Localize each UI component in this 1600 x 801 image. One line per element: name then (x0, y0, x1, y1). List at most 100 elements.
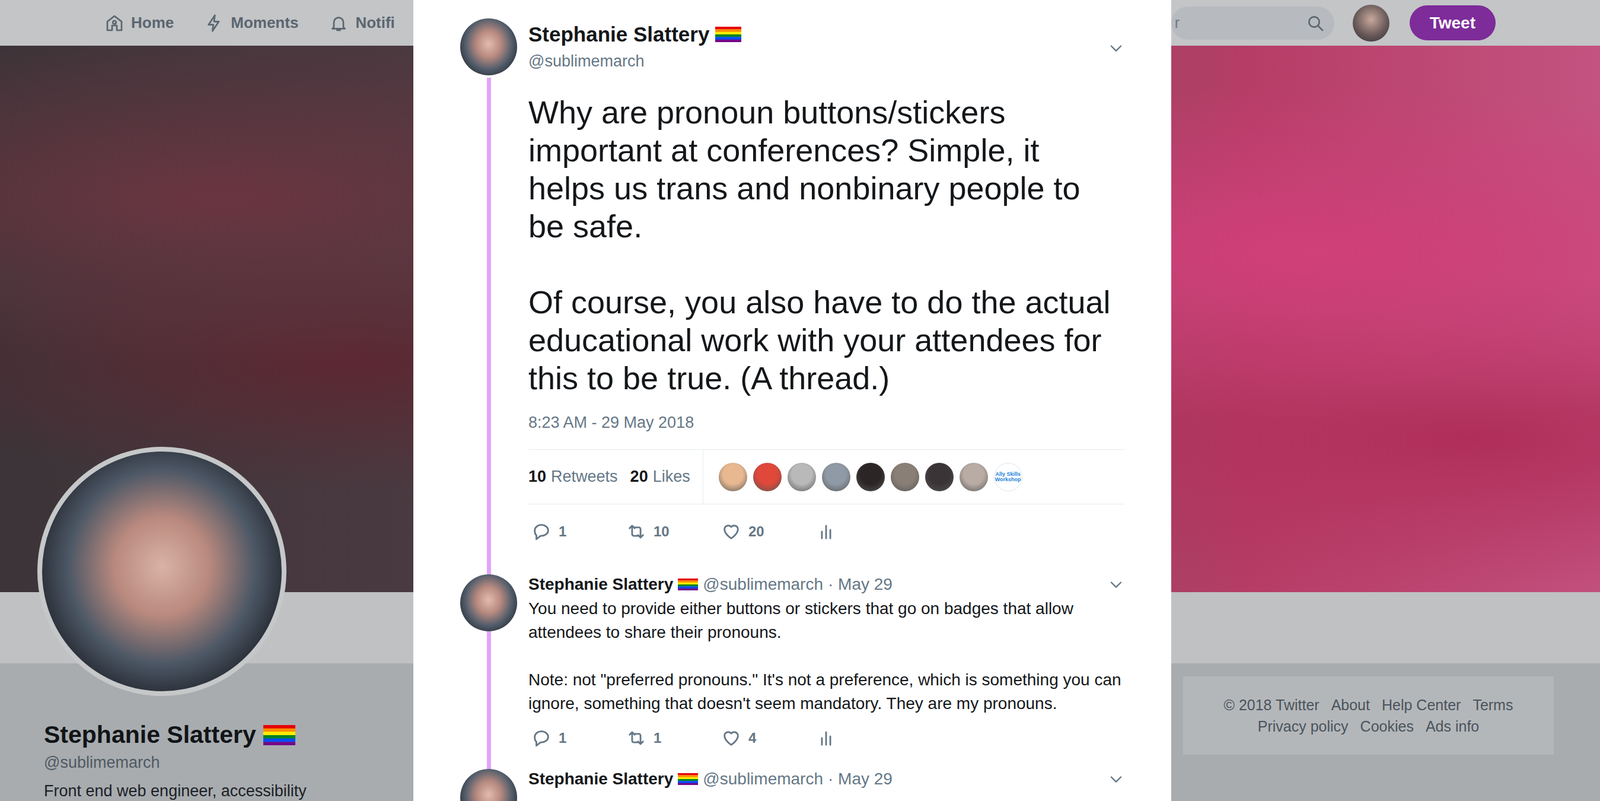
retweet-button[interactable]: 1 (623, 727, 719, 749)
home-icon (104, 13, 124, 33)
search-box (1171, 6, 1335, 40)
reply-paragraph: You need to provide either buttons or st… (528, 596, 1125, 645)
rainbow-flag-icon (263, 724, 296, 745)
thread-line (486, 77, 492, 801)
nav-label[interactable]: Home (131, 11, 174, 35)
retweeter-avatar[interactable] (753, 462, 782, 492)
reply-content: Stephanie Slattery @sublimemarch· May 29 (528, 768, 1125, 801)
profile-name[interactable]: Stephanie Slattery (43, 719, 257, 749)
profile-handle[interactable]: @sublimemarch (43, 752, 307, 772)
author-handle[interactable]: @sublimemarch (702, 574, 824, 595)
like-button[interactable]: 4 (718, 727, 814, 749)
reply-button[interactable]: 1 (528, 727, 624, 749)
main-tweet: Stephanie Slattery @sublimemarch Why are p… (460, 18, 1125, 546)
retweet-button[interactable]: 10 (623, 520, 719, 543)
footer-link[interactable]: Privacy policy (1257, 717, 1349, 735)
rainbow-flag-icon (677, 772, 698, 785)
profile-avatar[interactable] (37, 446, 287, 696)
footer-link[interactable]: Terms (1472, 696, 1513, 713)
author-handle[interactable]: @sublimemarch (702, 768, 824, 789)
tweet-button[interactable]: Tweet (1409, 5, 1496, 41)
logo-text: Ally Skills Workshop (995, 471, 1022, 483)
author-name[interactable]: Stephanie Slattery (528, 574, 674, 595)
footer-link: © 2018 Twitter (1224, 696, 1320, 713)
retweets-stat[interactable]: 10Retweets (528, 464, 618, 489)
nav-right: Tweet (1171, 4, 1496, 42)
nav-label[interactable]: Moments (230, 11, 299, 35)
reply-header: Stephanie Slattery @sublimemarch· May 29 (528, 768, 1125, 789)
reply-icon (531, 521, 552, 542)
likes-label: Likes (652, 467, 691, 486)
author-handle[interactable]: @sublimemarch (528, 51, 742, 71)
footer-link[interactable]: Help Center (1381, 696, 1461, 713)
retweeter-avatar[interactable] (890, 462, 920, 492)
chevron-down-icon (1107, 575, 1125, 593)
tweet-content: Stephanie Slattery @sublimemarch Why are p… (528, 18, 1125, 546)
nav-item[interactable]: Moments (204, 11, 299, 35)
reply-icon (531, 727, 552, 748)
author-avatar[interactable] (460, 574, 518, 631)
lightning-icon (204, 13, 224, 33)
reply-date[interactable]: · May 29 (827, 574, 893, 595)
analytics-icon (816, 521, 837, 542)
account-avatar[interactable] (1352, 4, 1390, 42)
retweet-icon (626, 521, 647, 542)
retweeter-avatar[interactable] (856, 462, 885, 492)
reply-button[interactable]: 1 (528, 520, 624, 543)
analytics-button[interactable] (813, 521, 908, 542)
author-avatar[interactable] (460, 18, 518, 76)
author-name[interactable]: Stephanie Slattery (528, 21, 710, 47)
chevron-down-icon (1107, 39, 1125, 57)
like-button[interactable]: 20 (718, 520, 814, 543)
retweet-icon (626, 727, 647, 748)
likes-count: 20 (630, 467, 649, 486)
footer-link[interactable]: Ads info (1425, 717, 1480, 735)
retweeter-avatar[interactable] (787, 462, 817, 492)
retweeter-avatar[interactable] (821, 462, 851, 492)
reply-paragraph: Note: not "preferred pronouns." It's not… (528, 667, 1125, 716)
analytics-button[interactable] (813, 727, 908, 748)
tweet-stats: 10Retweets 20Likes Ally Skills Workshop (528, 448, 1125, 505)
retweeter-avatar[interactable] (925, 462, 954, 492)
footer-link[interactable]: About (1331, 696, 1370, 713)
thread-reply: Stephanie Slattery @sublimemarch· May 29 (460, 768, 1125, 801)
reply-date[interactable]: · May 29 (827, 768, 893, 789)
retweeter-avatars: Ally Skills Workshop (703, 462, 1023, 492)
retweet-count: 10 (653, 520, 670, 543)
nav-label[interactable]: Notifi (355, 11, 395, 35)
tweet-time[interactable]: 8:23 AM - 29 May 2018 (528, 412, 1125, 432)
retweeter-avatar[interactable] (718, 462, 748, 492)
tweet-modal: Stephanie Slattery @sublimemarch Why are p… (413, 0, 1172, 801)
analytics-icon (816, 727, 837, 748)
author-name-row: Stephanie Slattery (528, 21, 742, 47)
likes-stat[interactable]: 20Likes (630, 464, 691, 489)
retweeter-avatar[interactable] (959, 462, 988, 492)
like-count: 4 (748, 727, 757, 749)
reply-text: You need to provide either buttons or st… (528, 596, 1125, 716)
reply-count: 1 (558, 727, 567, 749)
retweeter-avatar[interactable]: Ally Skills Workshop (993, 462, 1023, 492)
footer-links: © 2018 Twitter About Help Center Terms Priva… (1183, 676, 1554, 755)
footer-row: © 2018 Twitter About Help Center Terms (1194, 693, 1542, 716)
thread-reply: Stephanie Slattery @sublimemarch· May 29Y… (460, 574, 1125, 749)
search-input[interactable] (1173, 11, 1306, 35)
rainbow-flag-icon (677, 578, 698, 591)
tweet-paragraph: Why are pronoun buttons/stickers importa… (528, 93, 1125, 245)
author-avatar[interactable] (460, 768, 518, 801)
author-name[interactable]: Stephanie Slattery (528, 768, 674, 789)
search-icon (1305, 13, 1325, 33)
nav-item[interactable]: Notifi (329, 11, 395, 35)
reply-content: Stephanie Slattery @sublimemarch· May 29Y… (528, 574, 1125, 749)
author: Stephanie Slattery @sublimemarch (528, 18, 742, 71)
footer-link[interactable]: Cookies (1360, 717, 1414, 735)
retweets-label: Retweets (550, 467, 618, 486)
reply-author: Stephanie Slattery @sublimemarch· May 29 (528, 574, 893, 595)
reply-header: Stephanie Slattery @sublimemarch· May 29 (528, 574, 1125, 595)
reply-author: Stephanie Slattery @sublimemarch· May 29 (528, 768, 893, 789)
chevron-down-icon (1107, 770, 1125, 787)
tweet-text: Why are pronoun buttons/stickers importa… (528, 93, 1125, 397)
like-icon (721, 727, 742, 748)
nav-item[interactable]: Home (104, 11, 174, 35)
action-bar: 1 1 4 (528, 727, 1125, 749)
profile-bio: Front end web engineer, accessibility (43, 781, 307, 800)
